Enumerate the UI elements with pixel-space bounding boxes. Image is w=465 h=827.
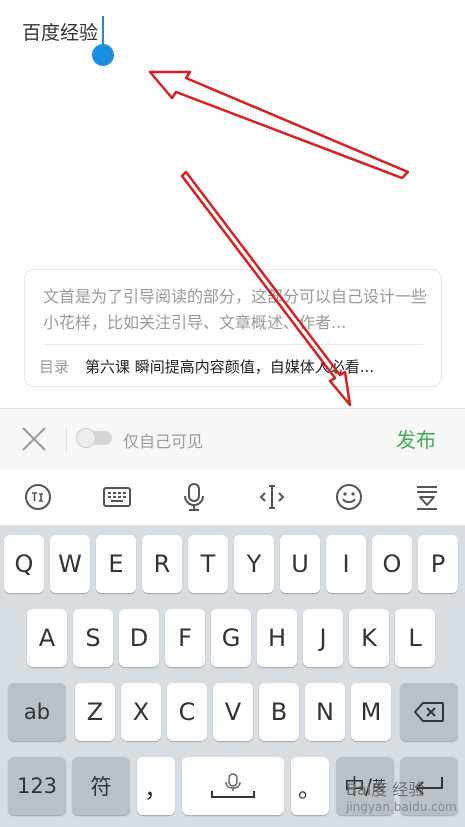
key-b[interactable]: B xyxy=(259,683,299,741)
key-j[interactable]: J xyxy=(303,609,343,667)
key-p[interactable]: P xyxy=(418,535,458,593)
key-f[interactable]: F xyxy=(165,609,205,667)
shift-key[interactable]: ab xyxy=(8,683,66,741)
key-z[interactable]: Z xyxy=(75,683,115,741)
watermark: Bai度 经验 jingyan.baidu.com xyxy=(346,776,457,814)
cursor-handle[interactable] xyxy=(92,44,114,66)
publish-bar: 仅自己可见 发布 xyxy=(0,408,465,470)
toc-link[interactable]: 第六课 瞬间提高内容颜值，自媒体人必看... xyxy=(85,356,430,377)
key-e[interactable]: E xyxy=(96,535,136,593)
key-y[interactable]: Y xyxy=(234,535,274,593)
cursor-move-icon[interactable] xyxy=(256,481,288,513)
key-w[interactable]: W xyxy=(50,535,90,593)
space-key[interactable] xyxy=(182,757,284,815)
abstract-placeholder[interactable]: 文首是为了引导阅读的部分，这部分可以自己设计一些小花样，比如关注引导、文章概述、… xyxy=(43,284,428,336)
collapse-keyboard-icon[interactable] xyxy=(411,481,443,513)
key-c[interactable]: C xyxy=(167,683,207,741)
abstract-card[interactable]: 文首是为了引导阅读的部分，这部分可以自己设计一些小花样，比如关注引导、文章概述、… xyxy=(24,269,442,387)
close-button[interactable] xyxy=(20,425,48,453)
key-t[interactable]: T xyxy=(188,535,228,593)
key-m[interactable]: M xyxy=(351,683,391,741)
backspace-icon xyxy=(414,702,444,722)
toggle-knob xyxy=(76,428,96,448)
key-a[interactable]: A xyxy=(27,609,67,667)
comma-key[interactable]: ， xyxy=(137,757,175,815)
period-key[interactable]: 。 xyxy=(291,757,329,815)
divider xyxy=(43,344,423,345)
private-label: 仅自己可见 xyxy=(123,432,204,451)
key-v[interactable]: V xyxy=(213,683,253,741)
space-mic-icon xyxy=(211,773,255,798)
key-h[interactable]: H xyxy=(257,609,297,667)
key-x[interactable]: X xyxy=(121,683,161,741)
key-o[interactable]: O xyxy=(372,535,412,593)
article-editor: 百度经验 文首是为了引导阅读的部分，这部分可以自己设计一些小花样，比如关注引导、… xyxy=(0,0,465,408)
watermark-logo: Bai度 经验 xyxy=(346,780,425,799)
separator xyxy=(66,427,67,453)
key-n[interactable]: N xyxy=(305,683,345,741)
backspace-key[interactable] xyxy=(400,683,458,741)
key-s[interactable]: S xyxy=(73,609,113,667)
microphone-icon[interactable] xyxy=(178,481,210,513)
ime-logo-icon[interactable] xyxy=(22,481,54,513)
key-i[interactable]: I xyxy=(326,535,366,593)
key-u[interactable]: U xyxy=(280,535,320,593)
key-l[interactable]: L xyxy=(395,609,435,667)
close-icon xyxy=(22,427,46,451)
text-cursor xyxy=(102,16,104,46)
key-r[interactable]: R xyxy=(142,535,182,593)
key-g[interactable]: G xyxy=(211,609,251,667)
keyboard-icon[interactable] xyxy=(101,481,133,513)
number-key[interactable]: 123 xyxy=(8,757,66,815)
key-k[interactable]: K xyxy=(349,609,389,667)
key-q[interactable]: Q xyxy=(4,535,44,593)
private-toggle[interactable] xyxy=(76,428,112,448)
title-input[interactable]: 百度经验 xyxy=(22,20,98,46)
ime-toolbar xyxy=(0,469,465,526)
emoji-icon[interactable] xyxy=(333,481,365,513)
toc-label: 目录 xyxy=(39,358,70,376)
publish-button[interactable]: 发布 xyxy=(396,424,436,453)
key-d[interactable]: D xyxy=(119,609,159,667)
watermark-url: jingyan.baidu.com xyxy=(346,800,457,814)
symbol-key[interactable]: 符 xyxy=(72,757,130,815)
